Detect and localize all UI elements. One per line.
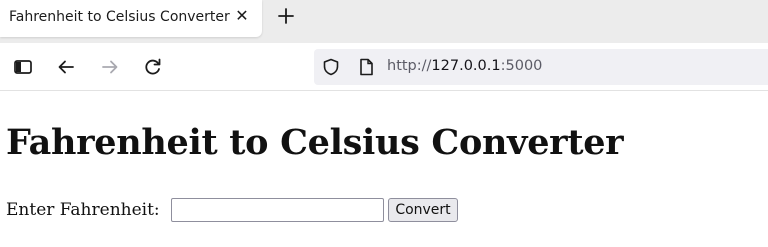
navigation-bar: http://127.0.0.1:5000: [0, 43, 768, 91]
url-bar[interactable]: http://127.0.0.1:5000: [314, 49, 768, 85]
page-icon[interactable]: [358, 58, 374, 76]
plus-icon[interactable]: [276, 6, 296, 26]
page-content: Fahrenheit to Celsius Converter Enter Fa…: [0, 92, 768, 247]
back-arrow-icon[interactable]: [56, 57, 76, 77]
url-host: 127.0.0.1: [431, 58, 501, 74]
tab-strip: Fahrenheit to Celsius Converter ✕: [0, 0, 768, 43]
reload-icon[interactable]: [143, 57, 163, 77]
fahrenheit-input[interactable]: [171, 198, 384, 222]
url-scheme: http://: [387, 58, 432, 74]
tab-active[interactable]: Fahrenheit to Celsius Converter ✕: [0, 0, 262, 37]
forward-arrow-icon[interactable]: [100, 57, 120, 77]
page-title: Fahrenheit to Celsius Converter: [6, 122, 624, 163]
tab-title: Fahrenheit to Celsius Converter: [9, 9, 230, 25]
shield-icon[interactable]: [322, 58, 340, 76]
sidebar-icon[interactable]: [13, 57, 33, 77]
fahrenheit-label: Enter Fahrenheit:: [6, 200, 160, 220]
close-tab-icon[interactable]: ✕: [235, 8, 249, 24]
url-text[interactable]: http://127.0.0.1:5000: [387, 58, 542, 74]
url-port: :5000: [500, 58, 543, 74]
convert-button[interactable]: Convert: [388, 198, 458, 222]
